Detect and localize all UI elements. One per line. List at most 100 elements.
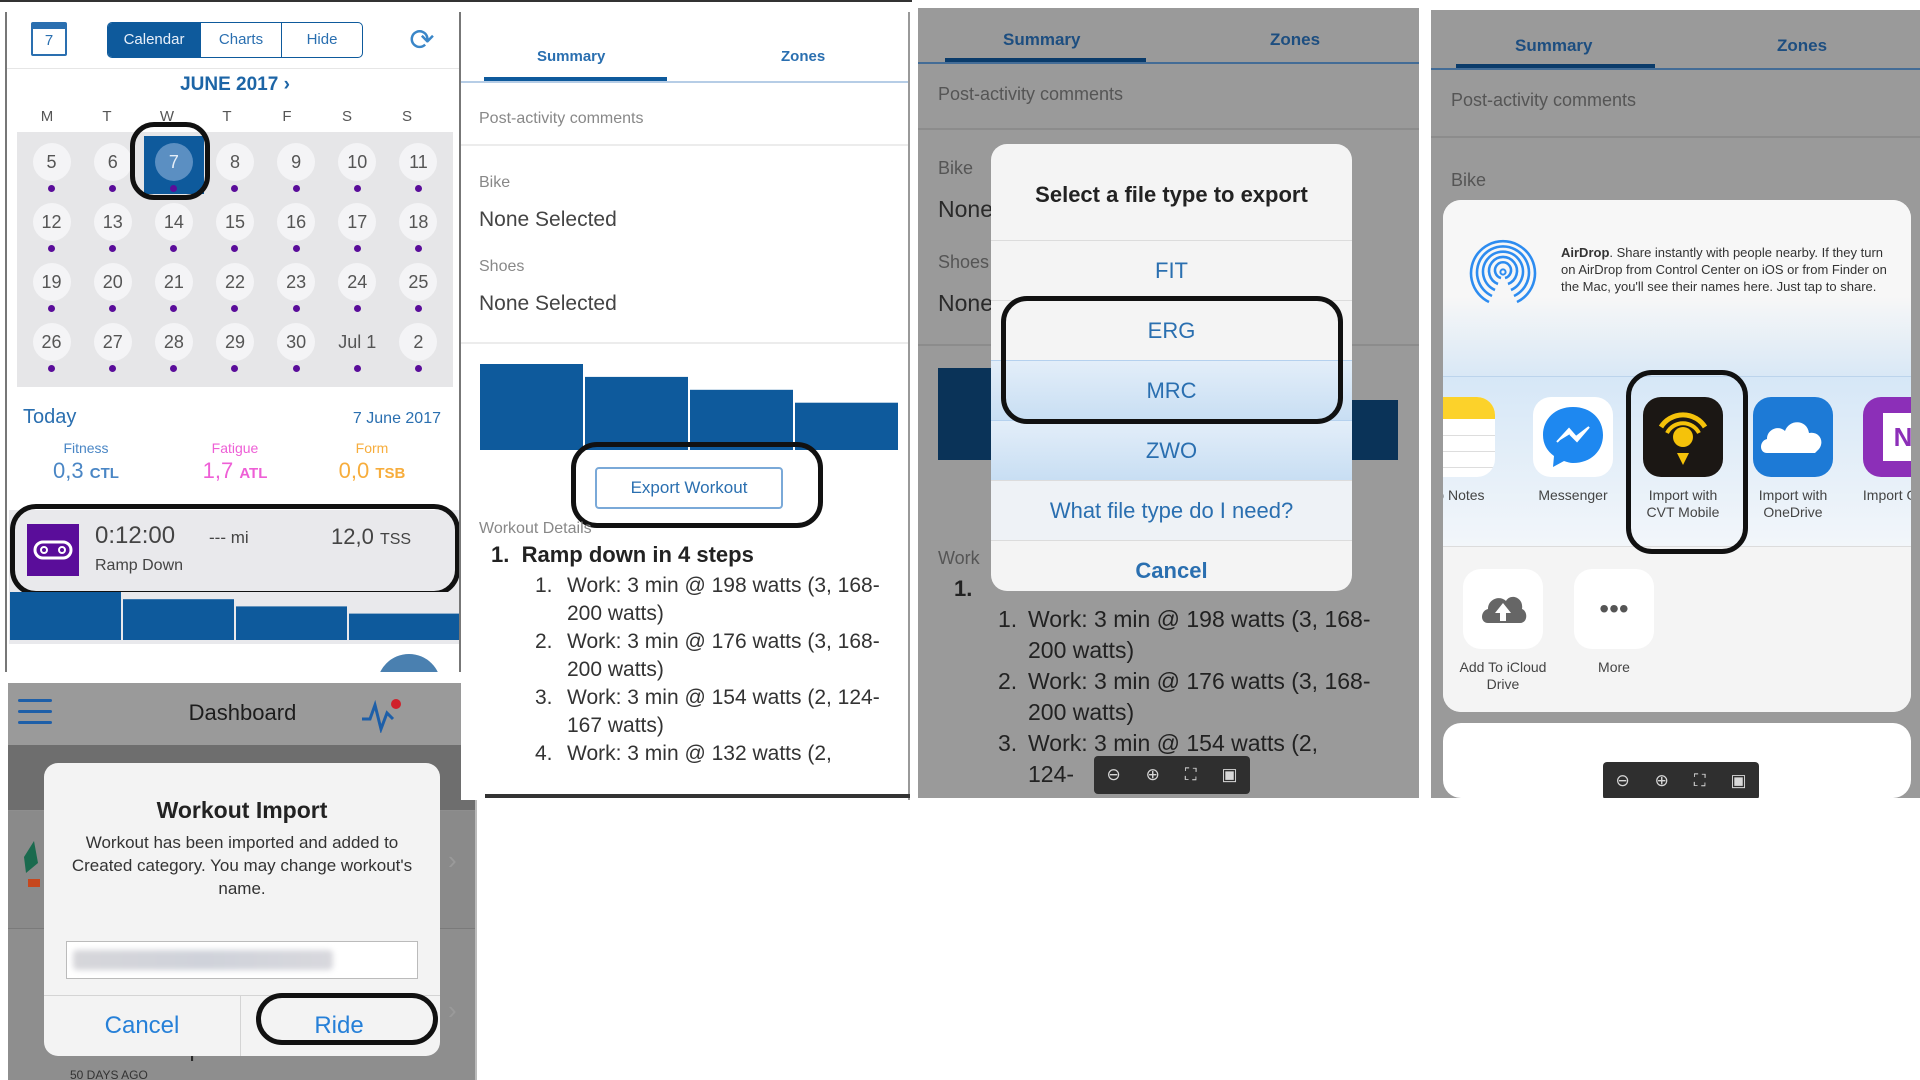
export-workout-button[interactable]: Export Workout xyxy=(595,467,783,509)
calendar-day[interactable]: 18 xyxy=(388,198,449,258)
present-icon[interactable]: ▣ xyxy=(1221,765,1237,785)
fit-screen-icon[interactable]: ⛶ xyxy=(1694,771,1706,791)
zoom-out-icon[interactable]: ⊖ xyxy=(1106,765,1120,785)
tab-calendar[interactable]: Calendar xyxy=(108,23,200,57)
zoom-in-icon[interactable]: ⊕ xyxy=(1146,765,1160,785)
post-activity-comments[interactable]: Post-activity comments xyxy=(938,84,1123,105)
calendar-week: 26 27 28 29 30 Jul 1 2 xyxy=(21,318,449,378)
tab-zones[interactable]: Zones xyxy=(781,48,825,65)
more-icon: ••• xyxy=(1574,569,1654,649)
month-header[interactable]: JUNE 2017 › xyxy=(7,74,459,96)
step-number: 1. xyxy=(998,606,1018,632)
calendar-day[interactable]: 28 xyxy=(143,318,204,378)
tab-baseline xyxy=(918,62,1419,64)
step-number: 4. xyxy=(535,742,553,765)
tab-charts[interactable]: Charts xyxy=(200,23,281,57)
calendar-day[interactable]: 6 xyxy=(82,138,143,198)
calendar-day[interactable]: 27 xyxy=(82,318,143,378)
calendar-day[interactable]: 9 xyxy=(266,138,327,198)
tab-zones[interactable]: Zones xyxy=(1777,36,1827,56)
background-age: 50 DAYS AGO xyxy=(70,1068,148,1080)
option-erg[interactable]: ERG xyxy=(991,300,1352,360)
calendar-day[interactable]: Jul 1 xyxy=(327,318,388,378)
tab-summary[interactable]: Summary xyxy=(537,48,605,65)
calendar-day[interactable]: 8 xyxy=(204,138,265,198)
option-fit[interactable]: FIT xyxy=(991,240,1352,300)
chevron-right-icon[interactable]: › xyxy=(284,74,290,95)
cancel-button[interactable]: Cancel xyxy=(44,995,240,1056)
calendar-week: 12 13 14 15 16 17 18 xyxy=(21,198,449,258)
zoom-in-icon[interactable]: ⊕ xyxy=(1655,771,1669,791)
calendar-day[interactable]: 14 xyxy=(143,198,204,258)
calendar-day[interactable]: 24 xyxy=(327,258,388,318)
tab-summary[interactable]: Summary xyxy=(1003,30,1080,50)
profile-bar xyxy=(1348,400,1398,460)
ride-button[interactable]: Ride xyxy=(241,995,437,1056)
calendar-day[interactable]: 15 xyxy=(204,198,265,258)
help-filetype-link[interactable]: What file type do I need? xyxy=(991,480,1352,540)
calendar-day[interactable]: 25 xyxy=(388,258,449,318)
calendar-day[interactable]: 22 xyxy=(204,258,265,318)
add-button[interactable] xyxy=(377,654,441,672)
more-action[interactable]: ••• More xyxy=(1564,569,1664,676)
share-app-notes[interactable]: l to Notes xyxy=(1443,397,1505,504)
calendar-week: 19 20 21 22 23 24 25 xyxy=(21,258,449,318)
calendar-day[interactable]: 21 xyxy=(143,258,204,318)
workout-dot-icon xyxy=(414,305,422,312)
calendar-day[interactable]: 13 xyxy=(82,198,143,258)
activity-row[interactable]: 0:12:00 Ramp Down --- mi 12,0 TSS xyxy=(9,510,459,592)
tab-bar: Summary Zones xyxy=(461,12,908,84)
activity-duration: 0:12:00 xyxy=(95,522,176,549)
tab-summary[interactable]: Summary xyxy=(1515,36,1592,56)
tab-zones[interactable]: Zones xyxy=(1270,30,1320,50)
fit-screen-icon[interactable]: ⛶ xyxy=(1185,765,1197,785)
calendar-icon[interactable]: 7 xyxy=(31,22,67,56)
weekday-label: T xyxy=(222,108,232,125)
step-text: 124- xyxy=(1028,761,1075,787)
step-text: Work: 3 min @ 154 watts (2, 124-167 watt… xyxy=(567,686,880,737)
share-app-onenote[interactable]: N Import OneN xyxy=(1853,397,1911,504)
post-activity-comments[interactable]: Post-activity comments xyxy=(479,110,643,128)
calendar-day[interactable]: 12 xyxy=(21,198,82,258)
calendar-day[interactable]: 30 xyxy=(266,318,327,378)
workout-details-label: Workout Details xyxy=(479,520,592,537)
calendar-day[interactable]: 7 xyxy=(143,136,204,198)
calendar-day[interactable]: 10 xyxy=(327,138,388,198)
workout-dot-icon xyxy=(414,185,422,192)
present-icon[interactable]: ▣ xyxy=(1730,771,1746,791)
viewer-toolbar: ⊖ ⊕ ⛶ ▣ xyxy=(1094,756,1250,794)
share-sheet-screen: Summary Zones Post-activity comments Bik… xyxy=(1431,10,1920,798)
tab-hide[interactable]: Hide xyxy=(281,23,362,57)
activity-pulse-icon[interactable] xyxy=(360,697,404,735)
calendar-day[interactable]: 16 xyxy=(266,198,327,258)
view-segmented-control: Calendar Charts Hide xyxy=(107,22,363,58)
shoes-value[interactable]: None Selected xyxy=(479,292,617,316)
option-zwo[interactable]: ZWO xyxy=(991,420,1352,480)
zoom-out-icon[interactable]: ⊖ xyxy=(1615,771,1629,791)
calendar-day[interactable]: 11 xyxy=(388,138,449,198)
bike-label: Bike xyxy=(938,158,974,178)
refresh-icon[interactable]: ⟳ xyxy=(405,24,439,58)
share-app-cvt-mobile[interactable]: Import with CVT Mobile xyxy=(1633,397,1733,521)
option-mrc[interactable]: MRC xyxy=(991,360,1352,420)
calendar-day[interactable]: 19 xyxy=(21,258,82,318)
calendar-day[interactable]: 5 xyxy=(21,138,82,198)
airdrop-icon[interactable] xyxy=(1467,238,1539,310)
calendar-day[interactable]: 29 xyxy=(204,318,265,378)
workout-name-input[interactable] xyxy=(66,941,418,979)
action-label: More xyxy=(1598,659,1630,675)
activity-profile xyxy=(9,592,459,644)
calendar-day[interactable]: 26 xyxy=(21,318,82,378)
step-number xyxy=(998,759,1028,790)
calendar-day[interactable]: 17 xyxy=(327,198,388,258)
shoes-value: None xyxy=(938,290,993,316)
bike-value[interactable]: None Selected xyxy=(479,208,617,232)
calendar-day[interactable]: 2 xyxy=(388,318,449,378)
calendar-day[interactable]: 23 xyxy=(266,258,327,318)
calendar-day[interactable]: 20 xyxy=(82,258,143,318)
cancel-button[interactable]: Cancel xyxy=(991,540,1352,591)
add-to-icloud-drive-action[interactable]: Add To iCloud Drive xyxy=(1453,569,1553,693)
share-app-onedrive[interactable]: Import with OneDrive xyxy=(1743,397,1843,521)
share-app-messenger[interactable]: Messenger xyxy=(1523,397,1623,504)
share-sheet: AirDrop. Share instantly with people nea… xyxy=(1443,200,1911,712)
